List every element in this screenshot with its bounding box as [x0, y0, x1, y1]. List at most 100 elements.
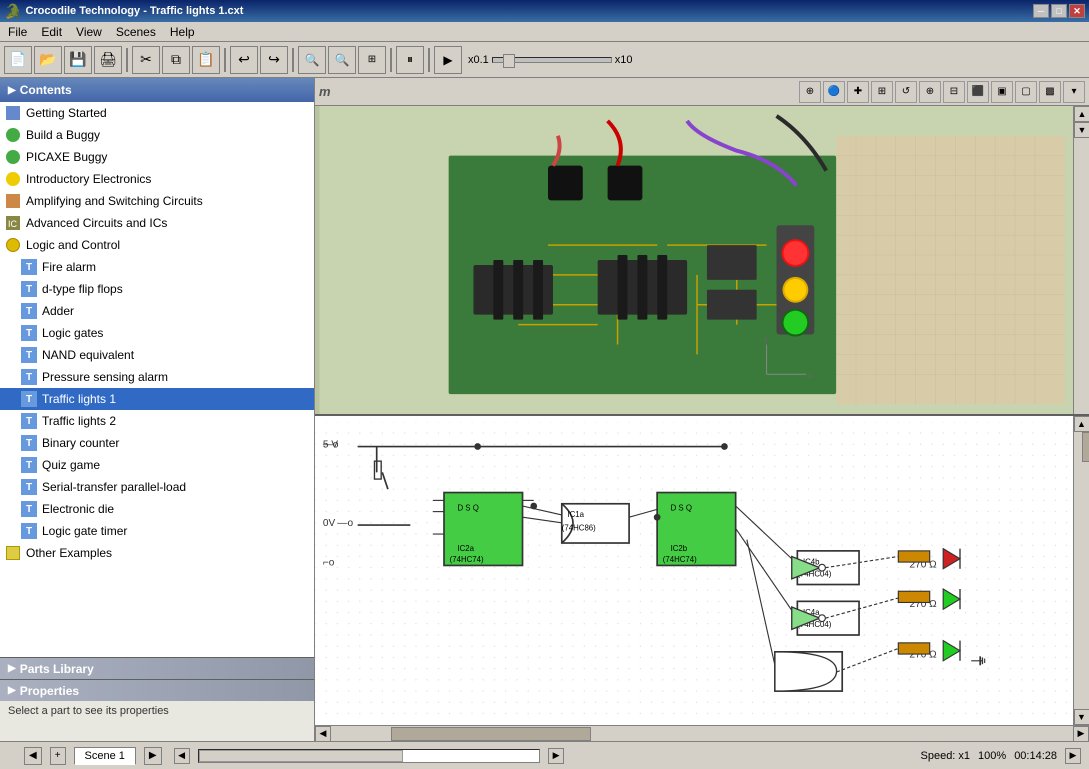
view-3d-menu-button[interactable]: ▾: [1063, 81, 1085, 103]
open-button[interactable]: 📂: [34, 46, 62, 74]
cut-button[interactable]: ✂: [132, 46, 160, 74]
view-3d-fit-button[interactable]: ⊞: [871, 81, 893, 103]
view-toolbar: m ⊕ 🔵 ✚ ⊞ ↺ ⊕ ⊟ ⬛ ▣ ▢ ▩ ▾: [315, 78, 1089, 106]
minimize-button[interactable]: ─: [1033, 4, 1049, 18]
tree-item-adder[interactable]: T Adder: [0, 300, 314, 322]
separator-5: [428, 48, 430, 72]
tree-item-fire-alarm[interactable]: T Fire alarm: [0, 256, 314, 278]
view-3d-reset-button[interactable]: ↺: [895, 81, 917, 103]
scene-add[interactable]: +: [50, 747, 66, 765]
tree-item-introductory-electronics[interactable]: Introductory Electronics: [0, 168, 314, 190]
view-3d-box4-button[interactable]: ▩: [1039, 81, 1061, 103]
svg-text:⌐o: ⌐o: [323, 557, 335, 568]
speed-status: Speed: x1: [921, 750, 971, 762]
tree-item-pressure-sensing-alarm[interactable]: T Pressure sensing alarm: [0, 366, 314, 388]
properties-header[interactable]: ▶ Properties: [0, 679, 314, 701]
tree-item-logic-gate-timer[interactable]: T Logic gate timer: [0, 520, 314, 542]
run-button[interactable]: ▶: [434, 46, 462, 74]
print-button[interactable]: 🖨: [94, 46, 122, 74]
svg-text:x: x: [808, 370, 813, 380]
tree-item-nand-equivalent[interactable]: T NAND equivalent: [0, 344, 314, 366]
scene-3d-svg: x y: [315, 106, 1089, 414]
tree-item-binary-counter[interactable]: T Binary counter: [0, 432, 314, 454]
circuit-scroll-thumb[interactable]: [1082, 432, 1089, 462]
copy-button[interactable]: ⧉: [162, 46, 190, 74]
scene-tab-1[interactable]: Scene 1: [74, 747, 136, 765]
svg-text:IC2b: IC2b: [671, 544, 688, 553]
window-controls[interactable]: ─ □ ✕: [1033, 4, 1085, 18]
menu-bar: File Edit View Scenes Help: [0, 22, 1089, 42]
menu-help[interactable]: Help: [164, 23, 201, 41]
zoom-in-button[interactable]: 🔍: [298, 46, 326, 74]
tree-item-logic-control[interactable]: Logic and Control: [0, 234, 314, 256]
scene-next[interactable]: ▶: [144, 747, 162, 765]
circuit-scroll-down[interactable]: ▼: [1074, 709, 1089, 725]
scene-scroll-left[interactable]: ◀: [174, 748, 190, 764]
right-corner-btn[interactable]: ▶: [1065, 748, 1081, 764]
tree-item-quiz-game[interactable]: T Quiz game: [0, 454, 314, 476]
view-3d-sub-button[interactable]: ⊟: [943, 81, 965, 103]
menu-file[interactable]: File: [2, 23, 33, 41]
view-scrollbar[interactable]: ▲ ▼: [1073, 106, 1089, 414]
menu-edit[interactable]: Edit: [35, 23, 68, 41]
tree-item-advanced-circuits[interactable]: IC Advanced Circuits and ICs: [0, 212, 314, 234]
tree-item-build-buggy[interactable]: Build a Buggy: [0, 124, 314, 146]
close-button[interactable]: ✕: [1069, 4, 1085, 18]
contents-label: Contents: [20, 83, 72, 97]
tree-item-traffic-lights-2[interactable]: T Traffic lights 2: [0, 410, 314, 432]
redo-button[interactable]: ↪: [260, 46, 288, 74]
scene-prev[interactable]: ◀: [24, 747, 42, 765]
tree-item-picaxe-buggy[interactable]: PICAXE Buggy: [0, 146, 314, 168]
svg-text:—o: —o: [337, 518, 353, 529]
properties-hint: Select a part to see its properties: [8, 705, 169, 717]
circuit-scroll-right[interactable]: ▶: [1073, 726, 1089, 742]
tree-item-electronic-die[interactable]: T Electronic die: [0, 498, 314, 520]
menu-view[interactable]: View: [70, 23, 108, 41]
view-3d-rotate-button[interactable]: ⊕: [799, 81, 821, 103]
tree-item-getting-started[interactable]: Getting Started: [0, 102, 314, 124]
tree-item-logic-gates[interactable]: T Logic gates: [0, 322, 314, 344]
maximize-button[interactable]: □: [1051, 4, 1067, 18]
view-scroll-up[interactable]: ▲: [1074, 106, 1089, 122]
new-button[interactable]: 📄: [4, 46, 32, 74]
view-3d-box2-button[interactable]: ▣: [991, 81, 1013, 103]
view-3d-pan-button[interactable]: ✚: [847, 81, 869, 103]
scene-scroll-right[interactable]: ▶: [548, 748, 564, 764]
tree-container[interactable]: Getting Started Build a Buggy PICAXE Bug…: [0, 102, 314, 657]
circuit-scroll-left[interactable]: ◀: [315, 726, 331, 742]
circuit-scrollbar-vertical[interactable]: ▲ ▼: [1073, 416, 1089, 725]
fit-button[interactable]: ⊞: [358, 46, 386, 74]
speed-slider: x0.1 x10: [468, 54, 633, 66]
speed-track[interactable]: [492, 57, 612, 63]
paste-button[interactable]: 📋: [192, 46, 220, 74]
tree-item-amplifying-switching[interactable]: Amplifying and Switching Circuits: [0, 190, 314, 212]
tree-item-d-type-flip-flops[interactable]: T d-type flip flops: [0, 278, 314, 300]
parts-arrow-icon: ▶: [8, 663, 16, 674]
svg-text:D S Q: D S Q: [671, 503, 692, 512]
view-3d-box1-button[interactable]: ⬛: [967, 81, 989, 103]
view-3d[interactable]: x y ▲ ▼: [315, 106, 1089, 416]
h-scroll-thumb[interactable]: [391, 727, 591, 741]
scene-scroll-thumb[interactable]: [199, 750, 403, 762]
circuit-area[interactable]: 5 V —o 0V —o ⌐o: [315, 416, 1089, 725]
save-button[interactable]: 💾: [64, 46, 92, 74]
view-3d-add-button[interactable]: ⊕: [919, 81, 941, 103]
circuit-scrollbar-horizontal[interactable]: ◀ ▶: [315, 725, 1089, 741]
view-3d-box3-button[interactable]: ▢: [1015, 81, 1037, 103]
zoom-out-button[interactable]: 🔍: [328, 46, 356, 74]
tree-item-traffic-lights-1[interactable]: T Traffic lights 1: [0, 388, 314, 410]
separator-2: [224, 48, 226, 72]
parts-library-header[interactable]: ▶ Parts Library: [0, 657, 314, 679]
pause-button[interactable]: ⏸: [396, 46, 424, 74]
tree-item-other-examples[interactable]: Other Examples: [0, 542, 314, 564]
speed-thumb[interactable]: [503, 54, 515, 68]
view-scroll-down[interactable]: ▼: [1074, 122, 1089, 138]
separator-3: [292, 48, 294, 72]
circuit-svg: 5 V —o 0V —o ⌐o: [315, 416, 1089, 725]
tree-item-serial-transfer[interactable]: T Serial-transfer parallel-load: [0, 476, 314, 498]
undo-button[interactable]: ↩: [230, 46, 258, 74]
circuit-scroll-up[interactable]: ▲: [1074, 416, 1089, 432]
view-3d-zoom-button[interactable]: 🔵: [823, 81, 845, 103]
svg-text:IC1a: IC1a: [567, 510, 584, 519]
menu-scenes[interactable]: Scenes: [110, 23, 162, 41]
